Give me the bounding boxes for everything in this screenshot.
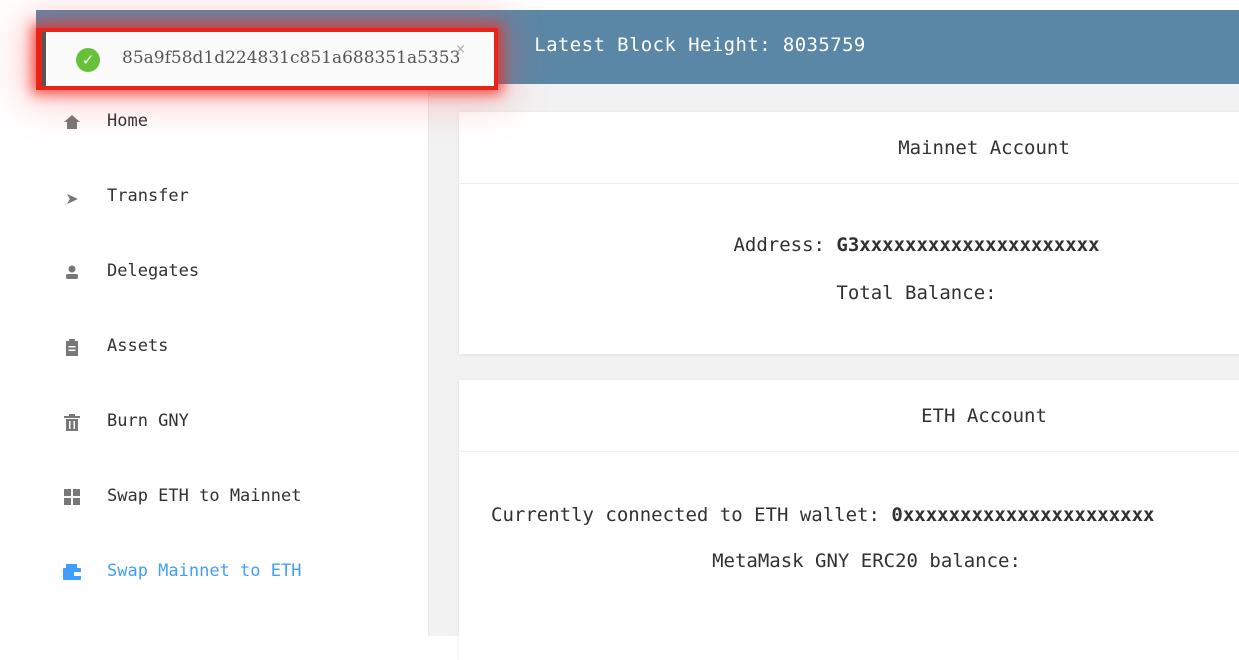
- transaction-hash: 85a9f58d1d224831c851a688351a5353: [122, 48, 461, 68]
- trash-icon: [62, 414, 82, 434]
- sidebar-item-label: Transfer: [107, 186, 189, 206]
- eth-card-title: ETH Account: [459, 380, 1239, 452]
- grid-icon: [62, 489, 82, 509]
- erc20-balance-label: MetaMask GNY ERC20 balance:: [712, 550, 1021, 572]
- home-icon: [62, 114, 82, 134]
- sidebar-item-swap-eth-to-mainnet[interactable]: Swap ETH to Mainnet: [36, 472, 428, 522]
- total-balance-label: Total Balance:: [836, 282, 997, 304]
- sidebar-item-delegates[interactable]: Delegates: [36, 247, 428, 297]
- sidebar-item-home[interactable]: Home: [36, 97, 428, 147]
- wallet-label: Currently connected to ETH wallet:: [491, 504, 892, 526]
- sidebar-item-label: Burn GNY: [107, 411, 189, 431]
- mainnet-account-card: Mainnet Account Address: G3xxxxxxxxxxxxx…: [459, 112, 1239, 354]
- sidebar: Home ➤ Transfer Delegates Assets Burn GN…: [36, 84, 429, 636]
- address-label: Address:: [733, 234, 837, 256]
- success-notification: ✓ 85a9f58d1d224831c851a688351a5353 ×: [36, 28, 498, 90]
- sidebar-item-swap-mainnet-to-eth[interactable]: Swap Mainnet to ETH: [36, 547, 428, 597]
- sidebar-item-label: Delegates: [107, 261, 200, 281]
- toast-accent-bar: [42, 32, 46, 86]
- sidebar-item-label: Assets: [107, 336, 169, 356]
- clipboard-icon: [62, 339, 82, 359]
- mainnet-card-title: Mainnet Account: [459, 112, 1239, 184]
- paper-plane-icon: ➤: [65, 189, 79, 208]
- close-icon[interactable]: ×: [455, 42, 466, 57]
- check-circle-icon: ✓: [76, 48, 100, 72]
- sidebar-item-transfer[interactable]: ➤ Transfer: [36, 172, 428, 222]
- eth-account-card: ETH Account Currently connected to ETH w…: [459, 380, 1239, 660]
- sidebar-item-label: Swap Mainnet to ETH: [107, 561, 302, 581]
- main-content: Mainnet Account Address: G3xxxxxxxxxxxxx…: [429, 84, 1239, 660]
- sidebar-item-burn-gny[interactable]: Burn GNY: [36, 397, 428, 447]
- sidebar-item-assets[interactable]: Assets: [36, 322, 428, 372]
- wallet-icon: [62, 564, 82, 584]
- wallet-address-value: 0xxxxxxxxxxxxxxxxxxxxxx: [891, 504, 1155, 526]
- mainnet-address-row: Address: G3xxxxxxxxxxxxxxxxxxxxx: [459, 234, 1239, 256]
- user-icon: [62, 264, 82, 284]
- eth-wallet-row: Currently connected to ETH wallet: 0xxxx…: [459, 504, 1239, 526]
- address-value: G3xxxxxxxxxxxxxxxxxxxxx: [836, 234, 1100, 256]
- sidebar-item-label: Home: [107, 111, 148, 131]
- sidebar-item-label: Swap ETH to Mainnet: [107, 486, 302, 506]
